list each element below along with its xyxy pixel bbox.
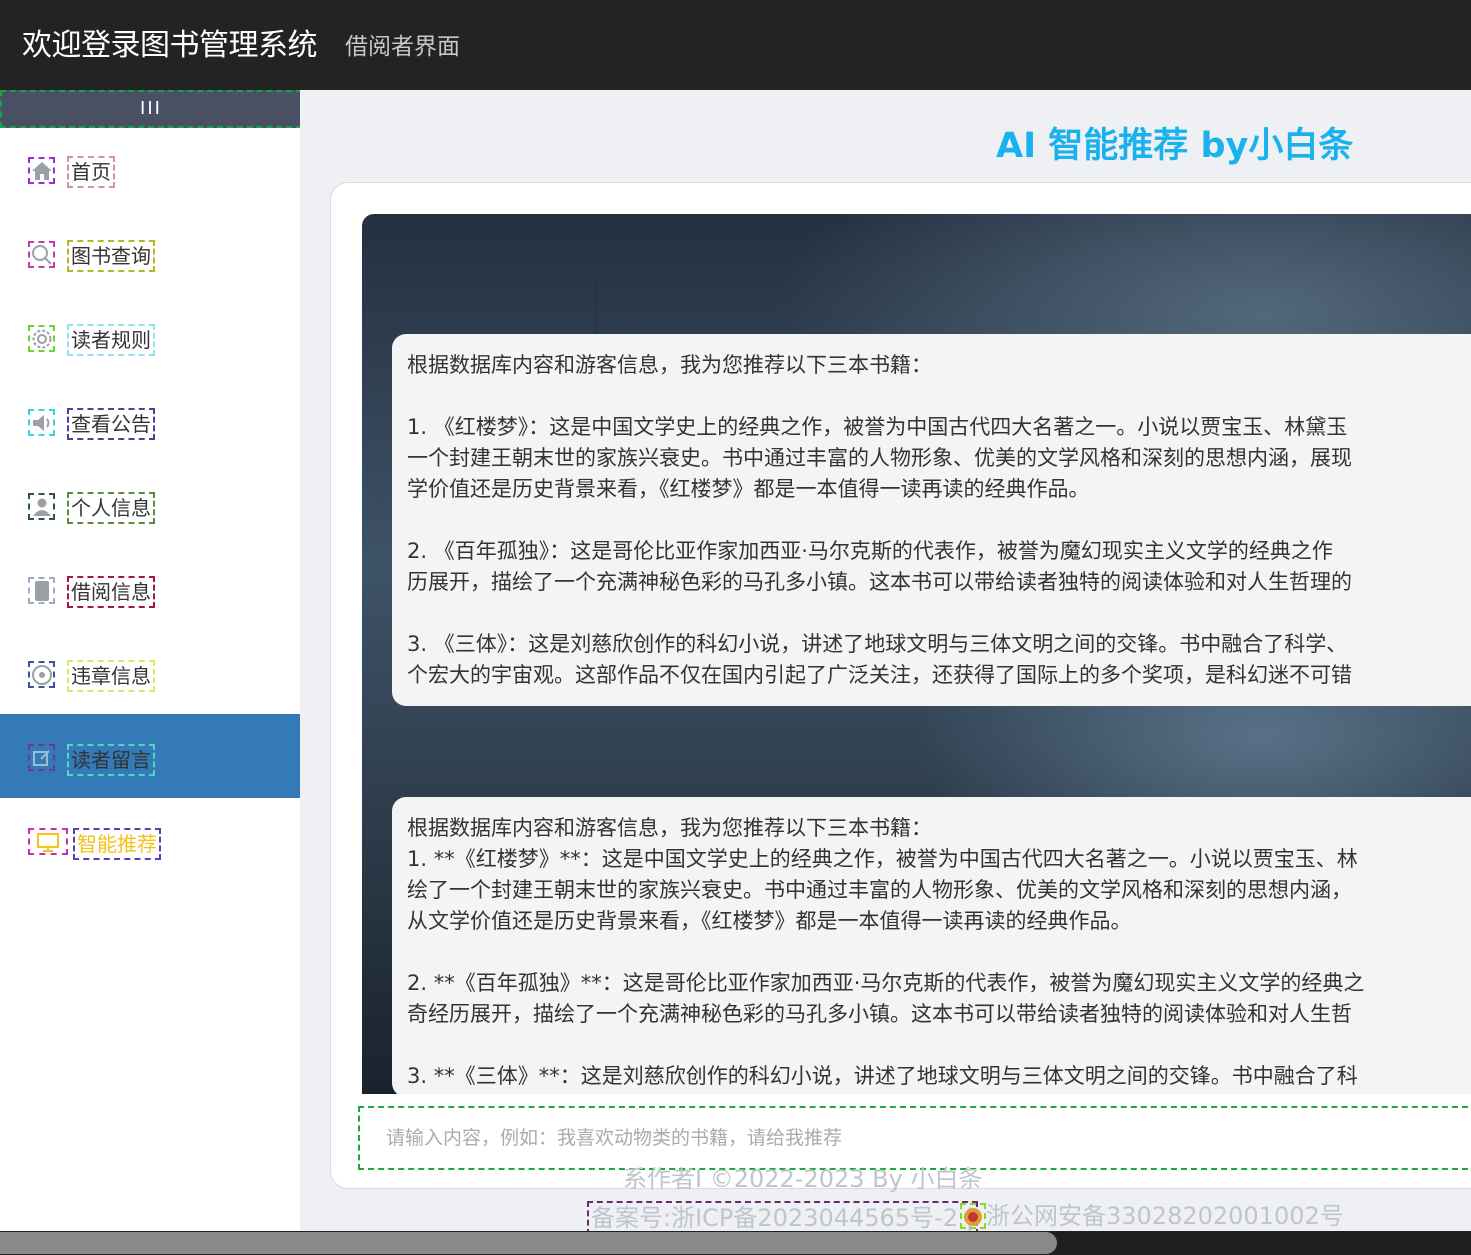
chat-input[interactable]	[358, 1106, 1471, 1170]
settings-icon	[28, 325, 55, 352]
police-record-text: 浙公网安备33028202001002号	[986, 1202, 1344, 1230]
user-icon	[28, 493, 55, 520]
sidebar-item-label: 查看公告	[67, 408, 155, 440]
sidebar-item-personal-info[interactable]: 个人信息	[0, 464, 300, 548]
home-icon	[28, 157, 55, 184]
chat-message: 根据数据库内容和游客信息，我为您推荐以下三本书籍： 1. 《红楼梦》：这是中国文…	[392, 334, 1471, 706]
top-header: 欢迎登录图书管理系统 借阅者界面	[0, 0, 1471, 90]
icp-link[interactable]: 备案号:浙ICP备2023044565号-2 |	[587, 1201, 978, 1235]
background-image	[595, 254, 598, 334]
speaker-icon	[28, 409, 55, 436]
scrollbar-thumb[interactable]	[0, 1232, 1057, 1254]
sidebar-item-reader-rules[interactable]: 读者规则	[0, 296, 300, 380]
police-link[interactable]: 浙公网安备33028202001002号	[960, 1201, 1344, 1231]
monitor-icon	[28, 828, 68, 855]
sidebar-item-home[interactable]: 首页	[0, 128, 300, 212]
sidebar-item-label: 读者规则	[67, 324, 155, 356]
sidebar-item-label: 读者留言	[67, 744, 155, 776]
chat-message: 根据数据库内容和游客信息，我为您推荐以下三本书籍： 1. **《红楼梦》**：这…	[392, 797, 1471, 1094]
horizontal-scrollbar[interactable]	[0, 1231, 1471, 1255]
sidebar-collapse-toggle[interactable]: III	[0, 90, 302, 128]
sidebar-item-label: 借阅信息	[67, 576, 155, 608]
footer-author: 系作者I ©2022-2023 By 小白条	[623, 1165, 983, 1193]
sidebar-item-book-search[interactable]: 图书查询	[0, 212, 300, 296]
edit-icon	[28, 744, 55, 771]
sidebar-item-reader-messages[interactable]: 读者留言	[0, 714, 300, 798]
search-icon	[28, 241, 55, 268]
main-content: AI 智能推荐 by小白条 根据数据库内容和游客信息，我为您推荐以下三本书籍： …	[300, 90, 1471, 1235]
app-title: 欢迎登录图书管理系统	[22, 28, 318, 63]
sidebar-item-announcements[interactable]: 查看公告	[0, 380, 300, 464]
sidebar-item-violations[interactable]: 违章信息	[0, 632, 300, 716]
page-title: AI 智能推荐 by小白条	[996, 126, 1354, 166]
chat-history-panel[interactable]: 根据数据库内容和游客信息，我为您推荐以下三本书籍： 1. 《红楼梦》：这是中国文…	[362, 214, 1471, 1094]
violation-icon	[28, 661, 55, 688]
sidebar-item-label: 图书查询	[67, 240, 155, 272]
sidebar-item-label: 智能推荐	[73, 828, 161, 860]
app-subtitle: 借阅者界面	[345, 34, 460, 60]
sidebar-item-smart-recommend[interactable]: 智能推荐	[0, 798, 300, 882]
sidebar-item-label: 个人信息	[67, 492, 155, 524]
sidebar-item-label: 违章信息	[67, 660, 155, 692]
phone-icon	[28, 577, 55, 604]
sidebar-item-borrow-info[interactable]: 借阅信息	[0, 548, 300, 632]
sidebar: III 首页 图书查询 读者规则 查看公告 个人信息 借阅信息 违章信息 读者留…	[0, 90, 302, 1231]
police-badge-icon	[960, 1203, 986, 1229]
sidebar-item-label: 首页	[67, 156, 115, 188]
